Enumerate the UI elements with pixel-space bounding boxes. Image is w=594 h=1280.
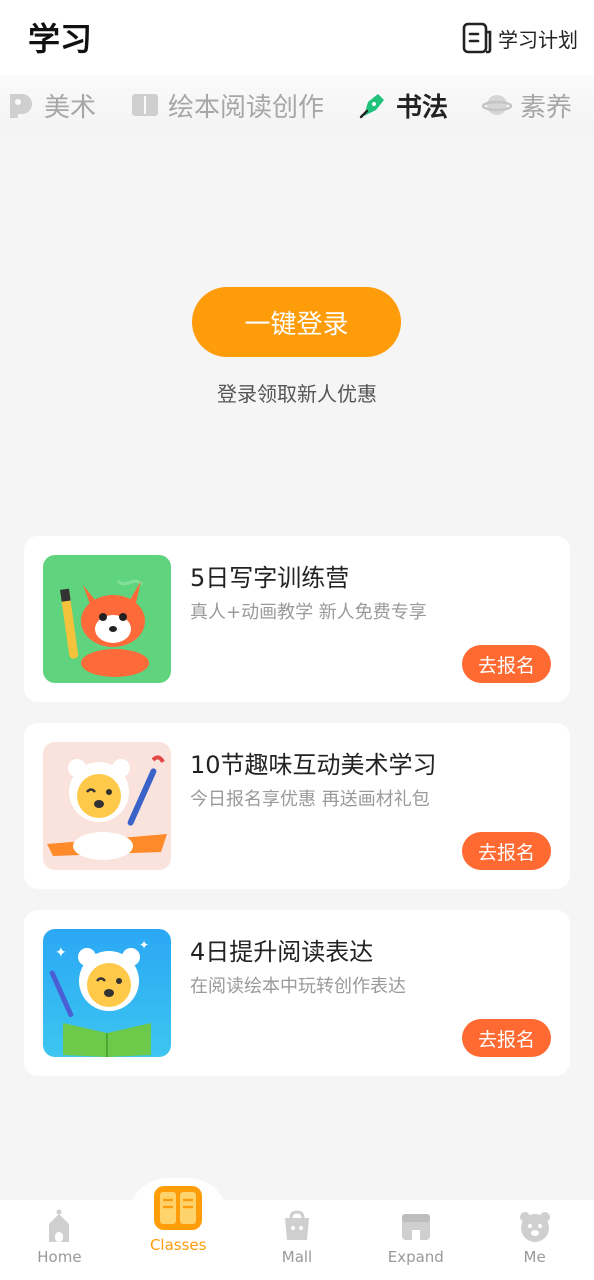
expand-store-icon: [401, 1214, 430, 1240]
course-card[interactable]: ✦ ✦ 4日提升阅读表达 在阅读绘本中玩转创作表达 去报名: [24, 910, 570, 1076]
tab-label: 绘本阅读创作: [168, 92, 325, 123]
home-icon: [49, 1209, 70, 1242]
enroll-button[interactable]: 去报名: [462, 832, 551, 870]
book-icon: [132, 94, 159, 116]
course-card[interactable]: 10节趣味互动美术学习 今日报名享优惠 再送画材礼包 去报名: [24, 723, 570, 889]
brush-icon: [359, 94, 385, 119]
nav-item-expand[interactable]: Expand: [356, 1200, 475, 1280]
tab-picture-book[interactable]: 绘本阅读创作: [130, 87, 324, 124]
study-plan-button[interactable]: 学习计划: [462, 20, 578, 56]
nav-label: Mall: [281, 1248, 313, 1266]
fox-pencil-illustration: ∽: [43, 555, 171, 683]
bear-book-illustration: ✦ ✦: [43, 929, 171, 1057]
login-area: 一键登录 登录领取新人优惠: [0, 140, 594, 520]
page-title: 学习: [28, 20, 93, 58]
course-subtitle: 真人+动画教学 新人免费专享: [190, 602, 427, 623]
tab-literacy[interactable]: 素养: [482, 87, 572, 124]
mall-icon: [284, 1210, 309, 1240]
classes-book-icon: [154, 1186, 203, 1230]
course-title: 4日提升阅读表达: [190, 938, 374, 966]
planet-icon: [482, 95, 513, 115]
tab-label: 素养: [520, 92, 573, 123]
nav-item-me[interactable]: Me: [475, 1200, 594, 1280]
nav-item-home[interactable]: Home: [0, 1200, 119, 1280]
tab-calligraphy[interactable]: 书法: [358, 87, 448, 124]
course-subtitle: 今日报名享优惠 再送画材礼包: [190, 789, 430, 810]
one-click-login-button[interactable]: 一键登录: [192, 287, 401, 357]
study-plan-label: 学习计划: [498, 27, 578, 52]
nav-label: Expand: [387, 1248, 444, 1266]
nav-item-mall[interactable]: Mall: [238, 1200, 357, 1280]
bear-face-icon: [519, 1212, 550, 1242]
course-subtitle: 在阅读绘本中玩转创作表达: [190, 976, 406, 997]
nav-label: Home: [37, 1248, 82, 1266]
top-bar: 学习 学习计划: [0, 0, 594, 75]
tab-label: 书法: [396, 92, 449, 123]
bottom-nav: Home Classes Mall Expand Me: [0, 1186, 594, 1280]
svg-text:✦: ✦: [55, 945, 67, 961]
tab-label: 美术: [44, 92, 97, 123]
enroll-button[interactable]: 去报名: [462, 645, 551, 683]
palette-icon: [10, 94, 32, 118]
nav-item-classes[interactable]: Classes: [119, 1186, 238, 1280]
nav-label: Classes: [149, 1236, 207, 1254]
course-title: 5日写字训练营: [190, 564, 350, 592]
nav-label: Me: [523, 1248, 546, 1266]
login-hint: 登录领取新人优惠: [217, 382, 377, 406]
course-card[interactable]: ∽ 5日写字训练营 真人+动画教学 新人免费专享 去报名: [24, 536, 570, 702]
bear-airplane-illustration: [43, 742, 171, 870]
enroll-button[interactable]: 去报名: [462, 1019, 551, 1057]
svg-text:✦: ✦: [139, 938, 149, 952]
tab-art[interactable]: 美术: [6, 87, 96, 124]
category-tabs: 美术 绘本阅读创作 书法 素养: [0, 75, 594, 135]
course-title: 10节趣味互动美术学习: [190, 751, 437, 779]
study-plan-icon: [462, 22, 492, 54]
